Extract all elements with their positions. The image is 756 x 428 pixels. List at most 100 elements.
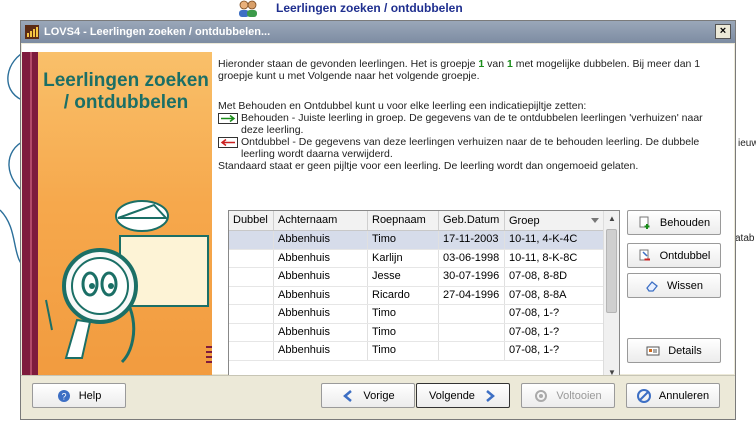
- table-row[interactable]: Abbenhuis Karlijn 03-06-1998 10-11, 8-K-8C: [229, 249, 619, 268]
- background-text-right-2: atab: [735, 233, 755, 244]
- students-table[interactable]: Dubbel Achternaam Roepnaam Geb.Datum Gro…: [228, 210, 620, 382]
- legend-text: Met Behouden en Ontdubbel kunt u voor el…: [218, 100, 718, 172]
- table-cell: 27-04-1996: [439, 286, 505, 304]
- table-body: Abbenhuis Timo 17-11-2003 10-11, 4-K-4C Abbe…: [229, 231, 619, 361]
- wissen-button-label: Wissen: [666, 279, 704, 292]
- legend-behouden: Behouden - Juiste leerling in groep. De …: [218, 112, 718, 136]
- scroll-up-icon[interactable]: ▲: [604, 211, 620, 227]
- users-icon: [239, 0, 257, 17]
- table-cell: 07-08, 8-8A: [505, 286, 604, 304]
- column-groep[interactable]: Groep: [505, 211, 604, 230]
- column-roepnaam[interactable]: Roepnaam: [368, 211, 439, 230]
- intro-part-2: van: [484, 58, 507, 70]
- column-geb-datum[interactable]: Geb.Datum: [439, 211, 505, 230]
- table-scrollbar[interactable]: ▲ ▼: [603, 211, 619, 381]
- table-cell: [439, 323, 505, 341]
- svg-text:?: ?: [61, 391, 66, 401]
- help-icon: ?: [57, 389, 70, 402]
- voltooien-button-label: Voltooien: [556, 389, 602, 402]
- column-dubbel[interactable]: Dubbel: [229, 211, 274, 230]
- ontdubbel-arrow-icon: [218, 137, 238, 148]
- title-bar[interactable]: LOVS4 - Leerlingen zoeken / ontdubbelen.…: [21, 21, 735, 43]
- table-row[interactable]: Abbenhuis Jesse 30-07-1996 07-08, 8-8D: [229, 268, 619, 287]
- table-row[interactable]: Abbenhuis Timo 07-08, 1-?: [229, 342, 619, 361]
- intro-text: Hieronder staan de gevonden leerlingen. …: [218, 58, 718, 82]
- table-cell: Ricardo: [368, 286, 439, 304]
- arrow-right-icon: [486, 389, 495, 402]
- behouden-button[interactable]: Behouden: [627, 210, 721, 235]
- table-cell: Abbenhuis: [274, 249, 368, 267]
- magnifier-character-illustration: [45, 200, 212, 364]
- annuleren-button[interactable]: Annuleren: [626, 383, 720, 408]
- cancel-icon: [636, 388, 651, 403]
- dedupe-dialog: LOVS4 - Leerlingen zoeken / ontdubbelen.…: [20, 20, 736, 420]
- table-cell: Jesse: [368, 268, 439, 286]
- sort-dropdown-icon: [591, 218, 599, 223]
- table-cell: Abbenhuis: [274, 268, 368, 286]
- details-icon: [646, 346, 660, 355]
- table-row[interactable]: Abbenhuis Timo 07-08, 1-?: [229, 323, 619, 342]
- table-cell: [229, 342, 274, 360]
- eraser-icon: [646, 280, 658, 292]
- table-cell: Abbenhuis: [274, 323, 368, 341]
- ontdubbel-button-label: Ontdubbel: [659, 249, 711, 262]
- side-stripe-highlight: [30, 52, 32, 392]
- table-cell: 07-08, 1-?: [505, 323, 604, 341]
- table-cell: [439, 342, 505, 360]
- table-cell: [229, 268, 274, 286]
- table-header: Dubbel Achternaam Roepnaam Geb.Datum Gro…: [229, 211, 619, 231]
- legend-ontdubbel: Ontdubbel - De gegevens van deze leerlin…: [218, 136, 718, 160]
- volgende-button-label: Volgende: [429, 389, 475, 402]
- window-title: LOVS4 - Leerlingen zoeken / ontdubbelen.…: [44, 26, 271, 38]
- arrow-left-icon: [343, 389, 353, 402]
- table-cell: Abbenhuis: [274, 342, 368, 360]
- voltooien-button[interactable]: Voltooien: [521, 383, 615, 408]
- intro-part-1: Hieronder staan de gevonden leerlingen. …: [218, 58, 479, 70]
- wissen-button[interactable]: Wissen: [627, 273, 721, 298]
- dialog-content: Leerlingen zoeken / ontdubbelen Hieronde…: [22, 44, 734, 392]
- finish-gear-icon: [535, 389, 548, 402]
- details-button-label: Details: [668, 344, 702, 357]
- table-cell: 03-06-1998: [439, 249, 505, 267]
- help-button[interactable]: ? Help: [32, 383, 126, 408]
- behouden-button-label: Behouden: [659, 216, 711, 229]
- table-cell: [229, 323, 274, 341]
- volgende-button[interactable]: Volgende: [416, 383, 510, 408]
- annuleren-button-label: Annuleren: [658, 389, 710, 402]
- legend-ontdubbel-text: Ontdubbel - De gegevens van deze leerlin…: [241, 136, 700, 160]
- table-cell: Abbenhuis: [274, 305, 368, 323]
- table-cell: Timo: [368, 342, 439, 360]
- table-cell: 10-11, 8-K-8C: [505, 249, 604, 267]
- table-row[interactable]: Abbenhuis Timo 17-11-2003 10-11, 4-K-4C: [229, 231, 619, 250]
- table-cell: 17-11-2003: [439, 231, 505, 249]
- table-cell: Timo: [368, 305, 439, 323]
- behouden-arrow-icon: [218, 113, 238, 124]
- table-row[interactable]: Abbenhuis Timo 07-08, 1-?: [229, 305, 619, 324]
- table-cell: Karlijn: [368, 249, 439, 267]
- table-cell: Abbenhuis: [274, 231, 368, 249]
- table-cell: [229, 305, 274, 323]
- side-panel: Leerlingen zoeken / ontdubbelen: [22, 52, 212, 392]
- column-groep-label: Groep: [509, 214, 540, 227]
- background-title: Leerlingen zoeken / ontdubbelen: [276, 1, 463, 15]
- legend-behouden-text: Behouden - Juiste leerling in groep. De …: [241, 112, 703, 136]
- table-cell: [229, 231, 274, 249]
- help-button-label: Help: [78, 389, 102, 402]
- legend-intro: Met Behouden en Ontdubbel kunt u voor el…: [218, 100, 587, 112]
- table-cell: Timo: [368, 231, 439, 249]
- app-icon: [25, 25, 39, 39]
- table-cell: Timo: [368, 323, 439, 341]
- legend-standaard: Standaard staat er geen pijltje voor een…: [218, 160, 639, 172]
- table-row[interactable]: Abbenhuis Ricardo 27-04-1996 07-08, 8-8A: [229, 286, 619, 305]
- close-button[interactable]: ×: [715, 24, 731, 39]
- ontdubbel-button[interactable]: Ontdubbel: [627, 243, 721, 268]
- column-achternaam[interactable]: Achternaam: [274, 211, 368, 230]
- add-green-icon: [639, 216, 650, 229]
- scroll-thumb[interactable]: [606, 229, 617, 313]
- side-title: Leerlingen zoeken / ontdubbelen: [43, 70, 209, 113]
- vorige-button[interactable]: Vorige: [321, 383, 415, 408]
- remove-red-icon: [639, 249, 650, 260]
- background-text-right-1: ieuw: [738, 138, 756, 149]
- table-cell: [439, 305, 505, 323]
- details-button[interactable]: Details: [627, 338, 721, 363]
